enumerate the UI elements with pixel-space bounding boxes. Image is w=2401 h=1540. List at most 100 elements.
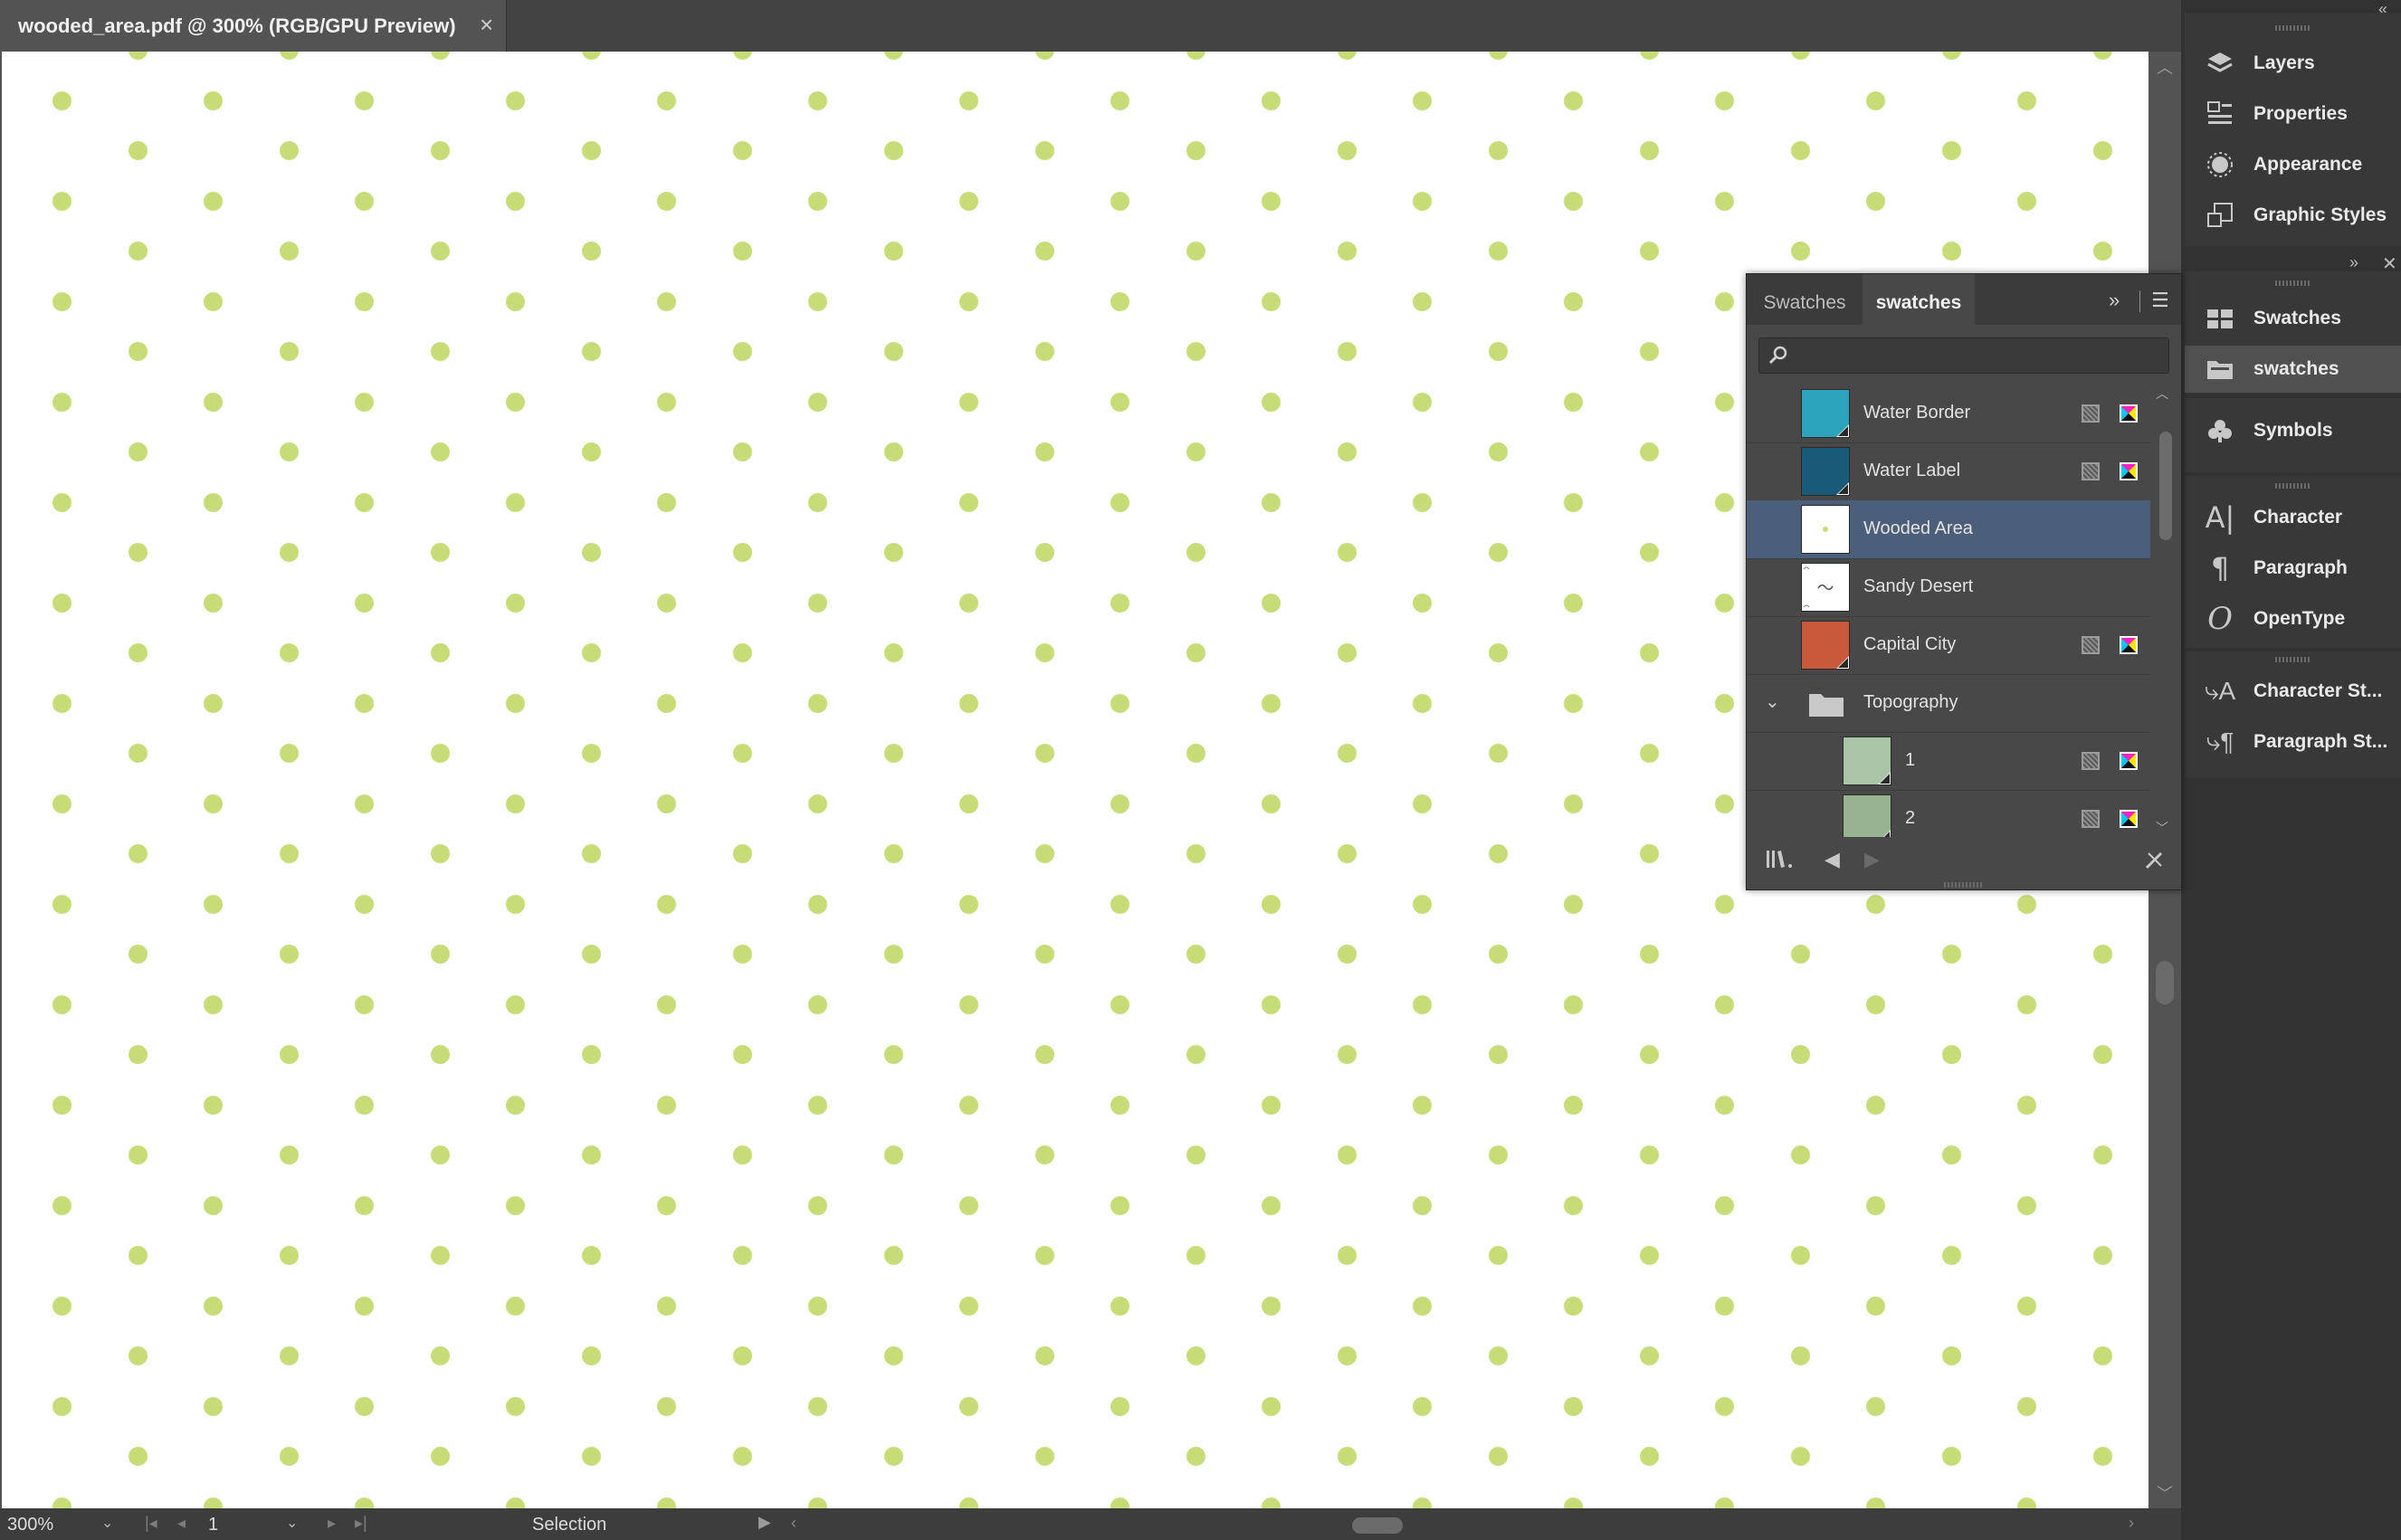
- swatch-library-icon: [2203, 352, 2237, 386]
- process-color-icon: [2120, 636, 2138, 654]
- dock-item-label: OpenType: [2253, 608, 2346, 629]
- scroll-right-icon[interactable]: ›: [2129, 1514, 2134, 1533]
- group-grip[interactable]: [2275, 657, 2311, 662]
- swatch-name: Capital City: [1863, 634, 1957, 654]
- dock-group-styles: ⤷A Character St... ⤷¶ Paragraph St...: [2185, 651, 2401, 778]
- swatch-options-icon[interactable]: [2143, 848, 2167, 877]
- status-menu-arrow-icon[interactable]: ▶: [758, 1513, 771, 1532]
- panel-resize-grip[interactable]: [1944, 882, 1984, 888]
- group-grip[interactable]: [2275, 280, 2311, 286]
- swatch-thumbnail-pattern: [1801, 505, 1850, 554]
- search-input[interactable]: [1796, 342, 2161, 369]
- symbols-icon: [2203, 414, 2237, 448]
- swatch-row-water-label[interactable]: Water Label: [1747, 442, 2150, 501]
- right-panel-dock: « Layers Properties Appearance Graphic S: [2181, 0, 2401, 1540]
- group-grip[interactable]: [2275, 25, 2311, 31]
- dock-item-label: Swatches: [2253, 308, 2341, 328]
- panel-footer: ◀ ▶: [1747, 837, 2181, 889]
- swatch-name: Water Label: [1863, 461, 1961, 480]
- dock-group-layers: Layers Properties Appearance Graphic Sty…: [2185, 13, 2401, 246]
- swatch-search-field[interactable]: [1758, 337, 2169, 374]
- search-icon: [1767, 344, 1790, 372]
- swatch-name: 1: [1905, 750, 1916, 770]
- scroll-left-icon[interactable]: ‹: [791, 1514, 796, 1533]
- previous-library-icon[interactable]: ◀: [1825, 848, 1840, 871]
- dock-item-label: swatches: [2253, 358, 2339, 379]
- dock-item-character-styles[interactable]: ⤷A Character St...: [2185, 668, 2401, 715]
- tab-swatches-library[interactable]: swatches: [1863, 274, 1975, 325]
- appearance-icon: [2203, 147, 2237, 182]
- swatch-thumbnail-pattern: [1801, 563, 1850, 612]
- artboard-dropdown-icon[interactable]: ⌄: [286, 1514, 298, 1532]
- dock-item-appearance[interactable]: Appearance: [2185, 141, 2401, 188]
- next-library-icon[interactable]: ▶: [1864, 848, 1880, 871]
- swatch-thumbnail: [1801, 389, 1850, 438]
- swatch-name: 2: [1905, 808, 1916, 828]
- swatch-row-topography-1[interactable]: 1: [1747, 732, 2150, 791]
- panel-menu-icon[interactable]: ☰: [2151, 289, 2169, 312]
- swatch-list-scrollbar[interactable]: ︿ ﹀: [2154, 385, 2177, 837]
- chevron-down-icon[interactable]: ⌄: [1765, 690, 1780, 713]
- swatch-thumbnail: [1843, 794, 1891, 837]
- dock-item-layers[interactable]: Layers: [2185, 40, 2401, 87]
- first-artboard-icon[interactable]: |◂: [145, 1514, 157, 1533]
- opentype-icon: O: [2207, 601, 2233, 637]
- panel-tab-bar: Swatches swatches » ☰: [1747, 274, 2181, 325]
- dock-item-label: Symbols: [2253, 420, 2333, 441]
- swatch-row-sandy-desert[interactable]: Sandy Desert: [1747, 558, 2150, 617]
- process-color-icon: [2120, 462, 2138, 480]
- swatch-row-capital-city[interactable]: Capital City: [1747, 616, 2150, 675]
- swatch-row-water-border[interactable]: Water Border: [1747, 385, 2150, 443]
- dock-item-paragraph-styles[interactable]: ⤷¶ Paragraph St...: [2185, 718, 2401, 765]
- dock-item-paragraph[interactable]: ¶ Paragraph: [2185, 545, 2401, 592]
- paragraph-icon: ¶: [2210, 551, 2230, 585]
- swatch-list-scroll-thumb[interactable]: [2159, 432, 2172, 540]
- scroll-up-icon[interactable]: ︿: [2156, 385, 2168, 403]
- artboard-number-field[interactable]: 1: [208, 1515, 281, 1535]
- last-artboard-icon[interactable]: ▸|: [355, 1514, 367, 1533]
- global-swatch-icon: [2082, 462, 2100, 480]
- tab-swatches[interactable]: Swatches: [1747, 274, 1863, 325]
- dock-item-properties[interactable]: Properties: [2185, 90, 2401, 138]
- global-swatch-icon: [2082, 810, 2100, 828]
- dock-item-opentype[interactable]: O OpenType: [2185, 595, 2401, 642]
- document-tab-bar: wooded_area.pdf @ 300% (RGB/GPU Preview)…: [0, 0, 2181, 52]
- dock-item-graphic-styles[interactable]: Graphic Styles: [2185, 192, 2401, 239]
- dock-item-label: Character St...: [2253, 680, 2383, 701]
- previous-artboard-icon[interactable]: ◂: [177, 1514, 186, 1533]
- dock-item-swatches[interactable]: Swatches: [2185, 295, 2401, 342]
- swatch-libraries-menu-icon[interactable]: [1765, 848, 1796, 877]
- character-icon: A|: [2205, 500, 2235, 535]
- more-tabs-icon[interactable]: »: [2109, 289, 2120, 312]
- dock-item-symbols[interactable]: Symbols: [2185, 407, 2401, 454]
- dock-group-swatches: Swatches swatches: [2185, 271, 2401, 394]
- swatch-thumbnail: [1801, 447, 1850, 496]
- dock-item-label: Paragraph: [2253, 557, 2348, 578]
- dock-item-character[interactable]: A| Character: [2185, 494, 2401, 541]
- vertical-scroll-thumb[interactable]: [2156, 961, 2174, 1004]
- swatch-group-name: Topography: [1863, 692, 1958, 712]
- dock-group-symbols: Symbols: [2185, 398, 2401, 472]
- document-tab[interactable]: wooded_area.pdf @ 300% (RGB/GPU Preview)…: [0, 0, 507, 52]
- scroll-down-icon[interactable]: ﹀: [2149, 1481, 2181, 1505]
- horizontal-scroll-thumb[interactable]: [1352, 1517, 1403, 1534]
- status-bar: 300% ⌄ |◂ ◂ 1 ⌄ ▸ ▸| Selection ▶ ‹ ›: [0, 1508, 2181, 1540]
- next-artboard-icon[interactable]: ▸: [328, 1514, 336, 1533]
- paragraph-styles-icon: ⤷¶: [2206, 727, 2234, 756]
- scroll-down-icon[interactable]: ﹀: [2156, 819, 2168, 837]
- process-color-icon: [2120, 404, 2138, 423]
- group-grip[interactable]: [2275, 483, 2311, 489]
- expand-panels-icon[interactable]: »: [2349, 253, 2358, 272]
- global-swatch-icon: [2082, 636, 2100, 654]
- dock-item-swatch-library[interactable]: swatches: [2185, 346, 2401, 393]
- swatch-group-topography[interactable]: ⌄ Topography: [1747, 674, 2150, 733]
- swatch-row-wooded-area[interactable]: Wooded Area: [1747, 500, 2150, 559]
- character-styles-icon: ⤷A: [2204, 676, 2236, 705]
- zoom-dropdown-icon[interactable]: ⌄: [101, 1514, 113, 1532]
- dock-item-label: Paragraph St...: [2253, 731, 2388, 752]
- scroll-up-icon[interactable]: ︿: [2149, 55, 2181, 79]
- horizontal-scrollbar[interactable]: ‹ ›: [789, 1508, 2141, 1540]
- dock-item-label: Graphic Styles: [2253, 204, 2387, 225]
- swatch-row-topography-2[interactable]: 2: [1747, 790, 2150, 837]
- close-document-icon[interactable]: ×: [480, 11, 493, 39]
